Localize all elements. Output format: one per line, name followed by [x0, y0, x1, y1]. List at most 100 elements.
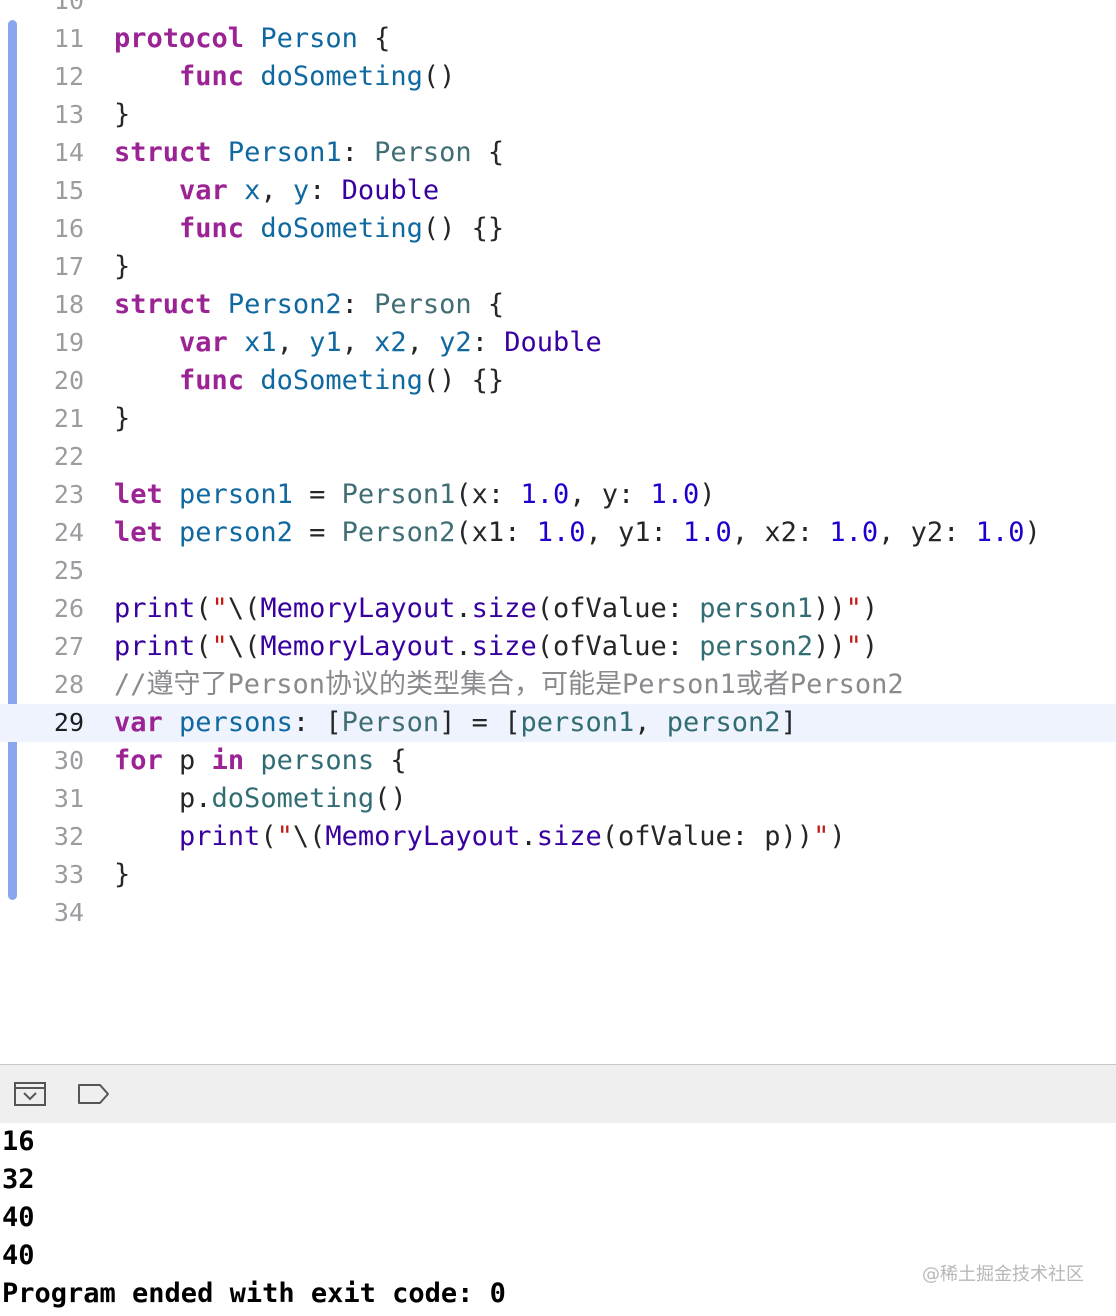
- code-line[interactable]: 20 func doSometing() {}: [0, 362, 1116, 400]
- line-number: 23: [53, 480, 84, 509]
- code-token: \(: [227, 631, 261, 662]
- line-number: 26: [53, 594, 84, 623]
- code-token: ": [845, 631, 862, 662]
- code-text: let person1 = Person1(x: 1.0, y: 1.0): [114, 476, 716, 514]
- code-token: (): [374, 783, 407, 814]
- code-line[interactable]: 11 protocol Person {: [0, 20, 1116, 58]
- code-token: :: [341, 289, 375, 320]
- hide-console-icon[interactable]: [13, 1080, 47, 1108]
- code-token: Double: [341, 175, 440, 206]
- code-line[interactable]: 17}: [0, 248, 1116, 286]
- code-token: .: [455, 593, 472, 624]
- code-line[interactable]: 32 print("\(MemoryLayout.size(ofValue: p…: [0, 818, 1116, 856]
- code-token: size: [471, 593, 537, 624]
- code-text: }: [114, 856, 130, 894]
- code-token: 1.0: [536, 517, 586, 548]
- console-output-line: 40: [2, 1202, 35, 1233]
- code-token: ": [211, 593, 228, 624]
- code-line[interactable]: 31 p.doSometing(): [0, 780, 1116, 818]
- line-number: 33: [53, 860, 84, 889]
- code-text: var persons: [Person] = [person1, person…: [114, 704, 797, 742]
- code-token: y2: [439, 327, 472, 358]
- code-token: (ofValue:: [536, 593, 700, 624]
- code-token: =: [292, 517, 342, 548]
- code-token: ,: [260, 175, 293, 206]
- line-number: 20: [53, 366, 84, 395]
- code-line[interactable]: 25: [0, 552, 1116, 590]
- code-token: person1: [520, 707, 635, 738]
- line-number: 30: [53, 746, 84, 775]
- code-token: }: [114, 99, 131, 130]
- code-token: doSometing: [211, 783, 375, 814]
- code-line[interactable]: 23 let person1 = Person1(x: 1.0, y: 1.0): [0, 476, 1116, 514]
- code-line[interactable]: 15 var x, y: Double: [0, 172, 1116, 210]
- code-line[interactable]: 24 let person2 = Person2(x1: 1.0, y1: 1.0…: [0, 514, 1116, 552]
- line-number: 14: [53, 138, 84, 167]
- code-token: 1.0: [650, 479, 700, 510]
- code-line[interactable]: 34: [0, 894, 1116, 932]
- code-token: doSometing: [260, 213, 423, 244]
- code-line-current[interactable]: 29 var persons: [Person] = [person1, pers…: [0, 704, 1116, 742]
- code-line[interactable]: 12 func doSometing(): [0, 58, 1116, 96]
- code-token: (: [195, 631, 212, 662]
- code-text: func doSometing() {}: [114, 362, 504, 400]
- code-token: }: [114, 251, 131, 282]
- code-token: func: [179, 61, 245, 92]
- code-text: print("\(MemoryLayout.size(ofValue: pers…: [114, 628, 878, 666]
- code-token: let: [114, 517, 163, 548]
- code-text: func doSometing() {}: [114, 210, 504, 248]
- code-token: func: [179, 213, 245, 244]
- code-text: var x1, y1, x2, y2: Double: [114, 324, 602, 362]
- code-token: ): [699, 479, 716, 510]
- code-token: Person1: [227, 137, 342, 168]
- code-text: let person2 = Person2(x1: 1.0, y1: 1.0, …: [114, 514, 1041, 552]
- code-token: {: [374, 745, 407, 776]
- code-line[interactable]: 16 func doSometing() {}: [0, 210, 1116, 248]
- code-token: \(: [227, 593, 261, 624]
- code-line[interactable]: 18 struct Person2: Person {: [0, 286, 1116, 324]
- code-token: .: [520, 821, 537, 852]
- code-text: struct Person2: Person {: [114, 286, 504, 324]
- code-line[interactable]: 26 print("\(MemoryLayout.size(ofValue: pe…: [0, 590, 1116, 628]
- code-editor[interactable]: 10 11 protocol Person {12 func doSometing…: [0, 0, 1116, 1064]
- line-number: 13: [53, 100, 84, 129]
- code-line[interactable]: 19 var x1, y1, x2, y2: Double: [0, 324, 1116, 362]
- code-line[interactable]: 33}: [0, 856, 1116, 894]
- code-line[interactable]: 13}: [0, 96, 1116, 134]
- line-number: 17: [53, 252, 84, 281]
- code-line[interactable]: 21}: [0, 400, 1116, 438]
- watermark: @稀土掘金技术社区: [922, 1264, 1084, 1285]
- code-token: for: [114, 745, 163, 776]
- code-line[interactable]: 28 //遵守了Person协议的类型集合，可能是Person1或者Person2: [0, 666, 1116, 704]
- code-token: person2: [666, 707, 781, 738]
- code-token: x1: [244, 327, 277, 358]
- console-output-line: 40: [2, 1240, 35, 1271]
- code-token: ): [829, 821, 846, 852]
- code-line[interactable]: 30 for p in persons {: [0, 742, 1116, 780]
- code-token: Person: [374, 289, 472, 320]
- code-token: }: [114, 859, 131, 890]
- code-line[interactable]: 14 struct Person1: Person {: [0, 134, 1116, 172]
- line-number: 25: [53, 556, 84, 585]
- code-line[interactable]: 27 print("\(MemoryLayout.size(ofValue: pe…: [0, 628, 1116, 666]
- code-token: :: [471, 327, 505, 358]
- line-number: 11: [53, 24, 84, 53]
- console-exit-message: Program ended with exit code: 0: [2, 1278, 506, 1309]
- debug-console[interactable]: 16 32 40 40 Program ended with exit code…: [0, 1123, 1116, 1316]
- breakpoint-label-icon[interactable]: [76, 1080, 110, 1108]
- code-token: //遵守了Person协议的类型集合，可能是Person1或者Person2: [114, 669, 904, 700]
- code-token: .: [455, 631, 472, 662]
- code-text: struct Person1: Person {: [114, 134, 504, 172]
- code-line[interactable]: 22: [0, 438, 1116, 476]
- code-text: func doSometing(): [114, 58, 455, 96]
- code-line: 10: [0, 0, 1116, 20]
